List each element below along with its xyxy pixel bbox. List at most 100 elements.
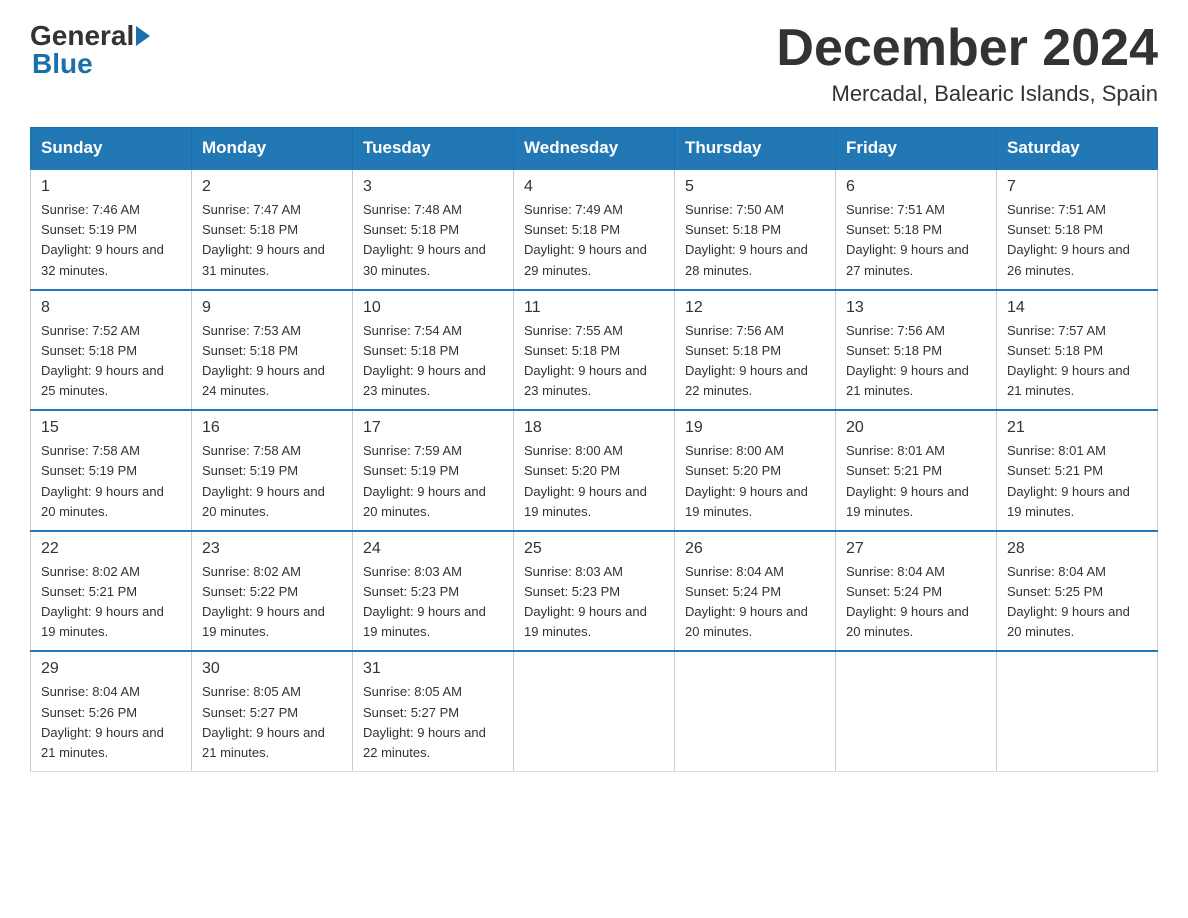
- day-info: Sunrise: 7:59 AMSunset: 5:19 PMDaylight:…: [363, 441, 503, 522]
- day-info: Sunrise: 8:01 AMSunset: 5:21 PMDaylight:…: [846, 441, 986, 522]
- day-info: Sunrise: 8:00 AMSunset: 5:20 PMDaylight:…: [685, 441, 825, 522]
- day-number: 31: [363, 660, 503, 678]
- calendar-table: SundayMondayTuesdayWednesdayThursdayFrid…: [30, 127, 1158, 772]
- day-info: Sunrise: 7:54 AMSunset: 5:18 PMDaylight:…: [363, 321, 503, 402]
- day-number: 9: [202, 299, 342, 317]
- calendar-cell: 21 Sunrise: 8:01 AMSunset: 5:21 PMDayligh…: [997, 410, 1158, 531]
- day-number: 24: [363, 540, 503, 558]
- calendar-cell: 1 Sunrise: 7:46 AMSunset: 5:19 PMDaylight…: [31, 169, 192, 290]
- calendar-cell: 14 Sunrise: 7:57 AMSunset: 5:18 PMDayligh…: [997, 290, 1158, 411]
- col-header-wednesday: Wednesday: [514, 128, 675, 170]
- calendar-cell: 15 Sunrise: 7:58 AMSunset: 5:19 PMDayligh…: [31, 410, 192, 531]
- location-subtitle: Mercadal, Balearic Islands, Spain: [776, 81, 1158, 107]
- day-info: Sunrise: 8:04 AMSunset: 5:24 PMDaylight:…: [685, 562, 825, 643]
- calendar-cell: 9 Sunrise: 7:53 AMSunset: 5:18 PMDaylight…: [192, 290, 353, 411]
- calendar-cell: 11Sunrise: 7:55 AMSunset: 5:18 PMDayligh…: [514, 290, 675, 411]
- calendar-cell: 10 Sunrise: 7:54 AMSunset: 5:18 PMDayligh…: [353, 290, 514, 411]
- day-number: 10: [363, 299, 503, 317]
- day-number: 3: [363, 178, 503, 196]
- day-info: Sunrise: 7:49 AMSunset: 5:18 PMDaylight:…: [524, 200, 664, 281]
- calendar-cell: 26Sunrise: 8:04 AMSunset: 5:24 PMDayligh…: [675, 531, 836, 652]
- day-info: Sunrise: 7:56 AMSunset: 5:18 PMDaylight:…: [685, 321, 825, 402]
- day-number: 17: [363, 419, 503, 437]
- day-info: Sunrise: 8:03 AMSunset: 5:23 PMDaylight:…: [363, 562, 503, 643]
- day-info: Sunrise: 7:51 AMSunset: 5:18 PMDaylight:…: [1007, 200, 1147, 281]
- logo: General Blue: [30, 20, 150, 80]
- day-number: 29: [41, 660, 181, 678]
- day-info: Sunrise: 7:46 AMSunset: 5:19 PMDaylight:…: [41, 200, 181, 281]
- calendar-cell: 2Sunrise: 7:47 AMSunset: 5:18 PMDaylight…: [192, 169, 353, 290]
- col-header-monday: Monday: [192, 128, 353, 170]
- col-header-saturday: Saturday: [997, 128, 1158, 170]
- day-info: Sunrise: 7:57 AMSunset: 5:18 PMDaylight:…: [1007, 321, 1147, 402]
- day-info: Sunrise: 7:52 AMSunset: 5:18 PMDaylight:…: [41, 321, 181, 402]
- calendar-week-row: 29 Sunrise: 8:04 AMSunset: 5:26 PMDayligh…: [31, 651, 1158, 771]
- day-number: 21: [1007, 419, 1147, 437]
- title-section: December 2024 Mercadal, Balearic Islands…: [776, 20, 1158, 107]
- day-info: Sunrise: 7:58 AMSunset: 5:19 PMDaylight:…: [202, 441, 342, 522]
- calendar-cell: 5Sunrise: 7:50 AMSunset: 5:18 PMDaylight…: [675, 169, 836, 290]
- calendar-cell: 4 Sunrise: 7:49 AMSunset: 5:18 PMDaylight…: [514, 169, 675, 290]
- col-header-tuesday: Tuesday: [353, 128, 514, 170]
- day-info: Sunrise: 8:00 AMSunset: 5:20 PMDaylight:…: [524, 441, 664, 522]
- calendar-cell: [514, 651, 675, 771]
- day-info: Sunrise: 7:47 AMSunset: 5:18 PMDaylight:…: [202, 200, 342, 281]
- day-number: 22: [41, 540, 181, 558]
- calendar-cell: 3 Sunrise: 7:48 AMSunset: 5:18 PMDaylight…: [353, 169, 514, 290]
- day-info: Sunrise: 8:02 AMSunset: 5:21 PMDaylight:…: [41, 562, 181, 643]
- day-number: 1: [41, 178, 181, 196]
- day-info: Sunrise: 8:05 AMSunset: 5:27 PMDaylight:…: [363, 682, 503, 763]
- calendar-cell: 17 Sunrise: 7:59 AMSunset: 5:19 PMDayligh…: [353, 410, 514, 531]
- day-number: 13: [846, 299, 986, 317]
- calendar-week-row: 1 Sunrise: 7:46 AMSunset: 5:19 PMDaylight…: [31, 169, 1158, 290]
- month-title: December 2024: [776, 20, 1158, 77]
- day-number: 15: [41, 419, 181, 437]
- day-info: Sunrise: 7:58 AMSunset: 5:19 PMDaylight:…: [41, 441, 181, 522]
- day-number: 12: [685, 299, 825, 317]
- day-info: Sunrise: 8:05 AMSunset: 5:27 PMDaylight:…: [202, 682, 342, 763]
- day-info: Sunrise: 7:56 AMSunset: 5:18 PMDaylight:…: [846, 321, 986, 402]
- calendar-cell: 23 Sunrise: 8:02 AMSunset: 5:22 PMDayligh…: [192, 531, 353, 652]
- day-number: 6: [846, 178, 986, 196]
- day-number: 16: [202, 419, 342, 437]
- calendar-cell: 18 Sunrise: 8:00 AMSunset: 5:20 PMDayligh…: [514, 410, 675, 531]
- calendar-cell: 13 Sunrise: 7:56 AMSunset: 5:18 PMDayligh…: [836, 290, 997, 411]
- calendar-cell: 28Sunrise: 8:04 AMSunset: 5:25 PMDayligh…: [997, 531, 1158, 652]
- day-info: Sunrise: 8:01 AMSunset: 5:21 PMDaylight:…: [1007, 441, 1147, 522]
- day-number: 23: [202, 540, 342, 558]
- day-number: 18: [524, 419, 664, 437]
- calendar-cell: 8Sunrise: 7:52 AMSunset: 5:18 PMDaylight…: [31, 290, 192, 411]
- calendar-cell: 29 Sunrise: 8:04 AMSunset: 5:26 PMDayligh…: [31, 651, 192, 771]
- calendar-cell: 20 Sunrise: 8:01 AMSunset: 5:21 PMDayligh…: [836, 410, 997, 531]
- day-info: Sunrise: 8:04 AMSunset: 5:24 PMDaylight:…: [846, 562, 986, 643]
- calendar-week-row: 8Sunrise: 7:52 AMSunset: 5:18 PMDaylight…: [31, 290, 1158, 411]
- col-header-thursday: Thursday: [675, 128, 836, 170]
- day-info: Sunrise: 7:50 AMSunset: 5:18 PMDaylight:…: [685, 200, 825, 281]
- calendar-cell: 25Sunrise: 8:03 AMSunset: 5:23 PMDayligh…: [514, 531, 675, 652]
- day-info: Sunrise: 7:51 AMSunset: 5:18 PMDaylight:…: [846, 200, 986, 281]
- day-info: Sunrise: 7:48 AMSunset: 5:18 PMDaylight:…: [363, 200, 503, 281]
- calendar-cell: 30 Sunrise: 8:05 AMSunset: 5:27 PMDayligh…: [192, 651, 353, 771]
- calendar-cell: 27 Sunrise: 8:04 AMSunset: 5:24 PMDayligh…: [836, 531, 997, 652]
- day-number: 27: [846, 540, 986, 558]
- day-info: Sunrise: 8:04 AMSunset: 5:26 PMDaylight:…: [41, 682, 181, 763]
- calendar-cell: 12 Sunrise: 7:56 AMSunset: 5:18 PMDayligh…: [675, 290, 836, 411]
- calendar-cell: 31 Sunrise: 8:05 AMSunset: 5:27 PMDayligh…: [353, 651, 514, 771]
- day-number: 25: [524, 540, 664, 558]
- calendar-cell: 19Sunrise: 8:00 AMSunset: 5:20 PMDayligh…: [675, 410, 836, 531]
- day-number: 28: [1007, 540, 1147, 558]
- day-info: Sunrise: 8:02 AMSunset: 5:22 PMDaylight:…: [202, 562, 342, 643]
- day-number: 14: [1007, 299, 1147, 317]
- logo-blue-text: Blue: [32, 48, 93, 80]
- day-number: 11: [524, 299, 664, 317]
- day-number: 30: [202, 660, 342, 678]
- col-header-sunday: Sunday: [31, 128, 192, 170]
- calendar-cell: [997, 651, 1158, 771]
- calendar-cell: 16 Sunrise: 7:58 AMSunset: 5:19 PMDayligh…: [192, 410, 353, 531]
- day-number: 20: [846, 419, 986, 437]
- calendar-cell: [675, 651, 836, 771]
- day-info: Sunrise: 7:53 AMSunset: 5:18 PMDaylight:…: [202, 321, 342, 402]
- day-number: 4: [524, 178, 664, 196]
- calendar-week-row: 15 Sunrise: 7:58 AMSunset: 5:19 PMDayligh…: [31, 410, 1158, 531]
- page-header: General Blue December 2024 Mercadal, Bal…: [30, 20, 1158, 107]
